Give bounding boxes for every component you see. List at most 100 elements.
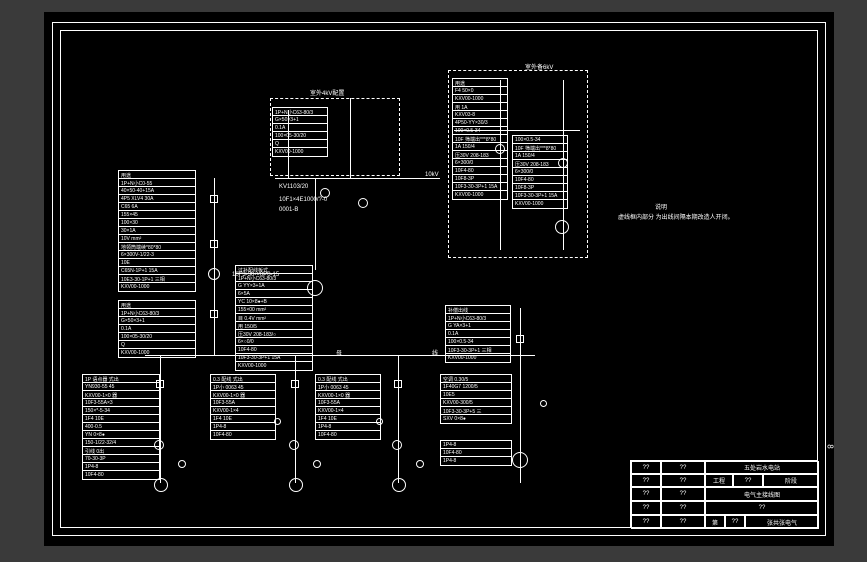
t6-c: YN930-55 45 xyxy=(83,383,159,391)
vl-6 xyxy=(295,355,296,483)
tb-e5b: ?? xyxy=(661,515,705,529)
t3-c: KXV00-1000 xyxy=(236,362,312,370)
t2-c: 100×05-30/20 xyxy=(119,333,195,341)
t1-c: 40×50-40+15A xyxy=(119,187,195,195)
t4-c: 10F3-30-3P+1 三相 xyxy=(446,346,510,354)
t5-c: 100×0.5-34 xyxy=(453,127,507,135)
t5b-c: 10F4-80 xyxy=(513,176,567,184)
table-7b: 0.3 配线 式出 1P小 0063 45 KXV00-1×0 器 10F3-5… xyxy=(315,374,381,440)
switch-label-right: 室外备6kV xyxy=(525,62,553,71)
t7-c: 1F4 10E xyxy=(211,415,275,423)
breaker-3 xyxy=(210,310,218,318)
t3-c: 6×5A xyxy=(236,290,312,298)
t5b-c: 6×300/0 xyxy=(513,168,567,176)
aux-2 xyxy=(313,460,321,468)
vl-4 xyxy=(315,178,316,270)
tb-e3b: ?? xyxy=(661,487,705,501)
t1-c: 用途 xyxy=(119,171,195,179)
tb-suf: 张共张电气 xyxy=(745,515,819,529)
tb-e1b: ?? xyxy=(661,461,705,474)
t4-c: G YA×3+1 xyxy=(446,322,510,330)
t7-c: 0.3 配线 式出 xyxy=(211,375,275,383)
t3-c: G YY×3+1A xyxy=(236,282,312,290)
t1-c: 155×45 xyxy=(119,211,195,219)
t5-c: 10F3-30-3P+1 15A xyxy=(453,183,507,191)
t5-c: 10F4-80 xyxy=(453,167,507,175)
t3-c: 6×○0/0 xyxy=(236,338,312,346)
tul-c: 1P+N小C63-80/3 xyxy=(273,108,327,116)
breaker-6 xyxy=(394,380,402,388)
table-7: 0.3 配线 式出 1P小 0063 45 KXV00-1×0 器 10F3-5… xyxy=(210,374,276,440)
t1-c: C65N-1P+1 15A xyxy=(119,267,195,275)
t6-c: 400-0.5 xyxy=(83,423,159,431)
tul-c: G×50×3+1 xyxy=(273,116,327,124)
t6-c: 150-1/22-32/4 xyxy=(83,439,159,447)
t1-c: 10V mm² xyxy=(119,235,195,243)
inline-a1: KV1103/20 xyxy=(279,184,308,190)
t8-c: 1F40G7 1200/5 xyxy=(441,383,511,391)
t5-c: 6×300/0 xyxy=(453,159,507,167)
bus-10kv-label: 10kV xyxy=(425,172,439,178)
tb-e2b: ?? xyxy=(661,474,705,487)
t5-c: KXV00-1000 xyxy=(453,95,507,103)
t1-c: C65 6A xyxy=(119,203,195,211)
t2-c: 用途 xyxy=(119,301,195,309)
breaker-1 xyxy=(210,195,218,203)
tb-e5: ?? xyxy=(631,515,661,529)
t6-c: 150×*-5-34 xyxy=(83,407,159,415)
t1-c: KXV00-1000 xyxy=(119,283,195,291)
ct-3 xyxy=(289,440,299,450)
table-8: 空调 0.30/5 1F40G7 1200/5 10E5 KXV00-300/5… xyxy=(440,374,512,424)
tb-e3: ?? xyxy=(631,487,661,501)
t1-c: 4P5 XLV4 30A xyxy=(119,195,195,203)
t6-c: 1P4-8 xyxy=(83,463,159,471)
t1-c: 10E3-30-1P+1 三相 xyxy=(119,275,195,283)
note-header: 说明 xyxy=(655,202,667,211)
t5b-c: 10F3-30-3P+1 15A xyxy=(513,192,567,200)
t1-c: 地领筒端续*80*80 xyxy=(119,243,195,251)
breaker-5 xyxy=(291,380,299,388)
t7b-c: KXV00-1×0 器 xyxy=(316,391,380,399)
transf-r xyxy=(555,220,569,234)
t7-c: 1P小 0063 45 xyxy=(211,383,275,391)
t8-c: 空调 0.30/5 xyxy=(441,375,511,383)
t1-c: 100×30 xyxy=(119,219,195,227)
t2-c: 1P+N小C63-80/3 xyxy=(119,309,195,317)
t6-c: 1F4 10E xyxy=(83,415,159,423)
tb-e4b: ?? xyxy=(661,501,705,515)
aux-1 xyxy=(178,460,186,468)
tul-c: 0.1A xyxy=(273,124,327,132)
breaker-7 xyxy=(516,335,524,343)
note-text: 虚线框内部分 为出线间隔本期改造人开闭。 xyxy=(618,212,734,221)
t8-c: SXV 0×8● xyxy=(441,415,511,423)
t1-c: 30×1A xyxy=(119,227,195,235)
t7b-c: 10F3-55A xyxy=(316,399,380,407)
t2-c: G×50×3+1 xyxy=(119,317,195,325)
pt-1 xyxy=(358,198,368,208)
t5b-c: 1A 150/4 xyxy=(513,152,567,160)
t1-c: 10E xyxy=(119,259,195,267)
t5-c: 1A 150/4 xyxy=(453,143,507,151)
table-upper-left-inner: 1P+N小C63-80/3 G×50×3+1 0.1A 100×05-30/20… xyxy=(272,107,328,157)
t1-c: 6×300V-1/22-3 xyxy=(119,251,195,259)
aux-6 xyxy=(540,400,547,407)
t3-c: YC 10×8●+B xyxy=(236,298,312,306)
t6-c: 10F3-55A×3 xyxy=(83,399,159,407)
t4-c: 补偿出线 xyxy=(446,306,510,314)
t3-c: 10F4-80 xyxy=(236,346,312,354)
t7-c: 10F4-80 xyxy=(211,431,275,439)
t6-c: KXV00-1×0 器 xyxy=(83,391,159,399)
table-3: 过补配线板式 1P+N小C63-80/3 G YY×3+1A 6×5A YC 1… xyxy=(235,265,313,371)
gen-1 xyxy=(154,478,168,492)
inline-a3: 0001-B xyxy=(279,207,298,213)
table-2: 用途 1P+N小C63-80/3 G×50×3+1 0.1A 100×05-30… xyxy=(118,300,196,358)
t2-c: 0.1A xyxy=(119,325,195,333)
page-number: 8 xyxy=(826,444,835,448)
t8b-c: 1P4-8 xyxy=(441,457,511,465)
t5b-c: KXV00-1000 xyxy=(513,200,567,208)
t4-c: 100×0.5-34 xyxy=(446,338,510,346)
t5-c: 4P50-YY×30/3 xyxy=(453,119,507,127)
gen-2 xyxy=(289,478,303,492)
tb-pre: 第 xyxy=(705,515,725,529)
t7b-c: 0.3 配线 式出 xyxy=(316,375,380,383)
